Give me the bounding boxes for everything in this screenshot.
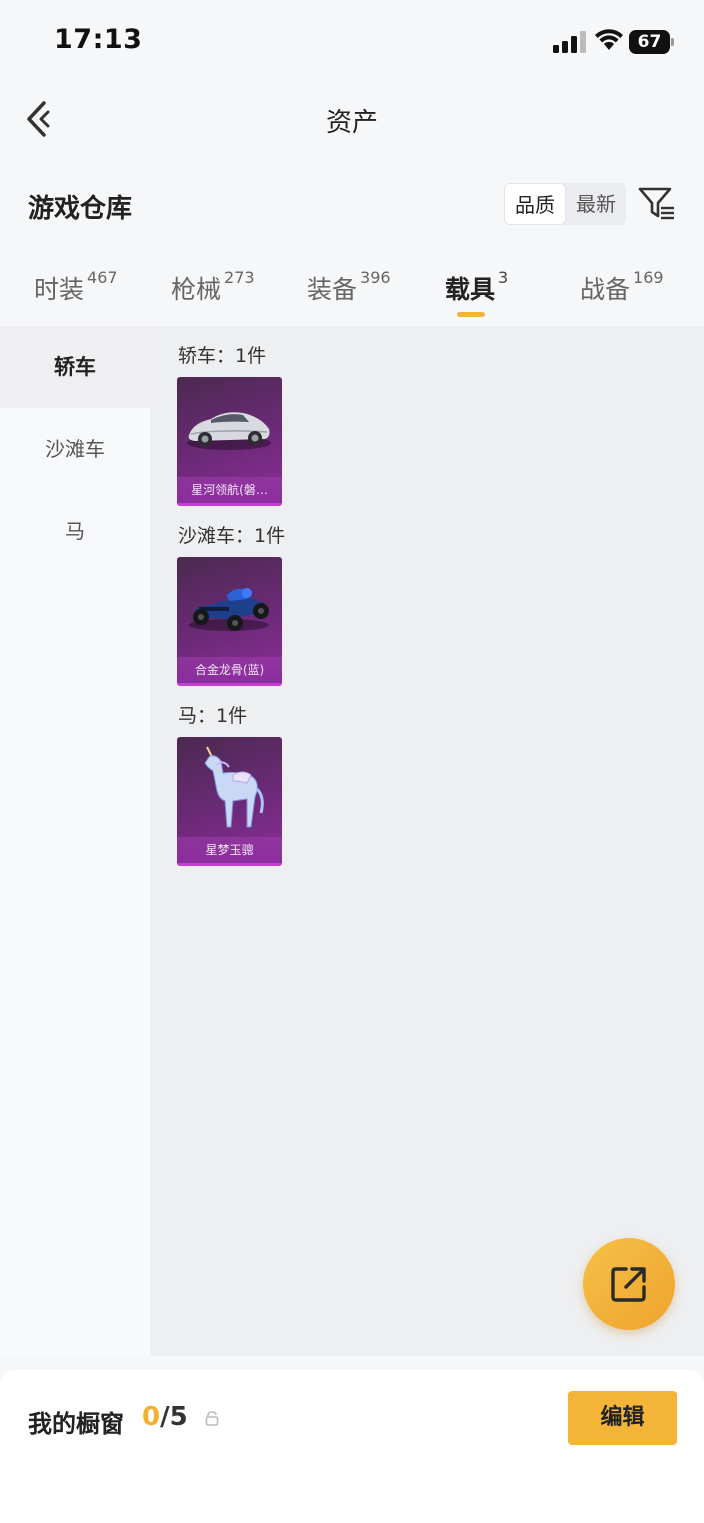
sort-toggle: 品质 最新 — [504, 183, 626, 225]
tab-count: 3 — [498, 268, 509, 287]
item-card[interactable]: 合金龙骨(蓝) — [177, 557, 282, 686]
tab-fashion[interactable]: 时装 467 — [34, 268, 118, 306]
tab-count: 396 — [360, 268, 391, 287]
share-button[interactable] — [583, 1238, 675, 1330]
tab-count: 467 — [87, 268, 118, 287]
tab-label: 载具 — [445, 275, 496, 304]
tab-label: 战备 — [580, 275, 631, 304]
sort-quality-option[interactable]: 品质 — [504, 183, 566, 225]
sports-car-image — [187, 412, 271, 450]
tab-vehicles[interactable]: 载具 3 — [445, 268, 509, 306]
unicorn-image — [204, 746, 264, 828]
tab-count: 169 — [633, 268, 664, 287]
sort-latest-option[interactable]: 最新 — [566, 183, 626, 225]
group-label-horse: 马：1件 — [178, 705, 248, 727]
item-name: 合金龙骨(蓝) — [177, 657, 282, 683]
subcategory-sidebar: 轿车 沙滩车 马 — [0, 326, 150, 1356]
item-name: 星河领航(磐… — [177, 477, 282, 503]
item-list: 轿车：1件 星河领航(磐… 沙滩车：1件 合金龙骨(蓝) 马：1件 星梦玉骢 — [150, 326, 704, 1356]
category-tabs: 时装 467 枪械 273 装备 396 载具 3 战备 169 — [0, 262, 704, 326]
showcase-current: 0 — [142, 1402, 161, 1432]
active-tab-indicator — [457, 312, 485, 317]
showcase-count: 0/5 — [142, 1402, 188, 1432]
battery-icon: 67 — [629, 30, 675, 54]
tab-label: 枪械 — [171, 275, 222, 304]
battery-tip — [671, 38, 674, 46]
edit-button[interactable]: 编辑 — [568, 1391, 677, 1445]
tab-supplies[interactable]: 战备 169 — [580, 268, 664, 306]
item-card[interactable]: 星梦玉骢 — [177, 737, 282, 866]
bottom-bar: 我的橱窗 0/5 编辑 — [0, 1370, 704, 1523]
showcase-total: /5 — [160, 1402, 188, 1432]
sidebar-item-sedan[interactable]: 轿车 — [0, 326, 150, 408]
lock-icon — [205, 1411, 219, 1426]
tab-label: 时装 — [34, 275, 85, 304]
group-label-buggy: 沙滩车：1件 — [178, 525, 286, 547]
sidebar-item-horse[interactable]: 马 — [0, 490, 150, 572]
page-title: 资产 — [325, 108, 378, 138]
battery-level: 67 — [629, 30, 670, 54]
cellular-signal-icon — [553, 31, 586, 53]
buggy-image — [189, 588, 269, 631]
status-bar: 17:13 67 — [0, 0, 704, 84]
item-name: 星梦玉骢 — [177, 837, 282, 863]
tab-equipment[interactable]: 装备 396 — [307, 268, 391, 306]
status-time: 17:13 — [54, 24, 143, 55]
showcase-label: 我的橱窗 — [28, 1410, 124, 1438]
share-icon — [611, 1267, 646, 1302]
warehouse-title: 游戏仓库 — [28, 194, 133, 224]
wifi-icon — [595, 29, 623, 50]
sidebar-item-buggy[interactable]: 沙滩车 — [0, 408, 150, 490]
tab-firearms[interactable]: 枪械 273 — [171, 268, 255, 306]
content-area: 轿车 沙滩车 马 轿车：1件 星河领航(磐… 沙滩车：1件 合金龙骨(蓝) 马：… — [0, 326, 704, 1356]
group-label-sedan: 轿车：1件 — [178, 345, 267, 367]
filter-icon[interactable] — [637, 186, 677, 222]
tab-count: 273 — [224, 268, 255, 287]
tab-label: 装备 — [307, 275, 358, 304]
item-card[interactable]: 星河领航(磐… — [177, 377, 282, 506]
